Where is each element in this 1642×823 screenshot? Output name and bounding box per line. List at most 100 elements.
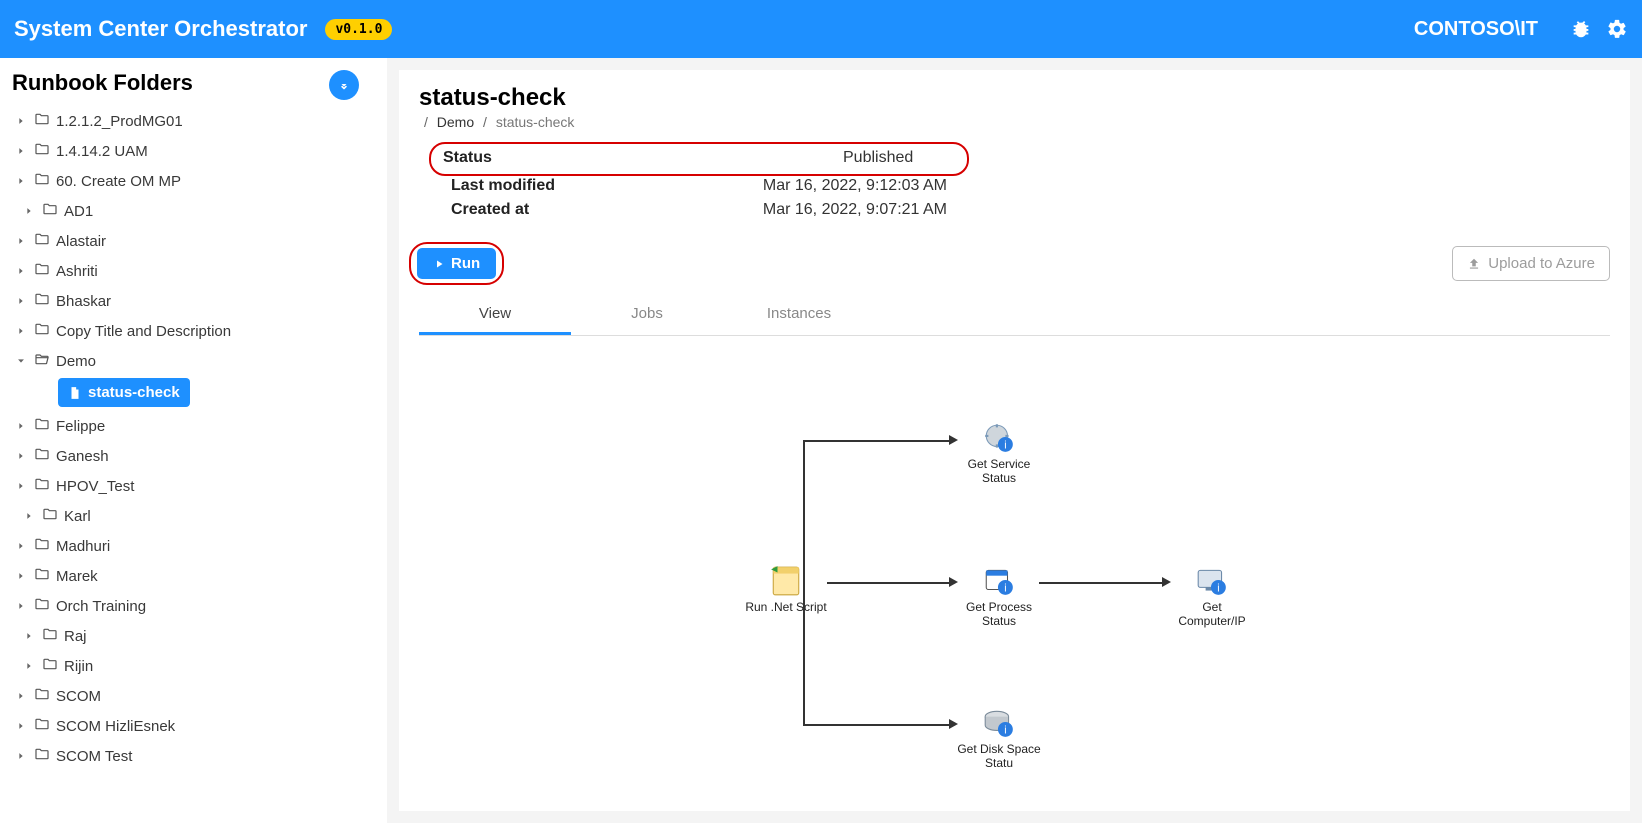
collapse-sidebar-button[interactable]: ⌄: [329, 70, 359, 100]
folder-icon: [34, 141, 52, 161]
folder-item[interactable]: 1.2.1.2_ProdMG01: [12, 106, 373, 136]
folder-icon: [42, 656, 60, 676]
folder-icon: [34, 746, 52, 766]
folder-item[interactable]: SCOM Test: [12, 741, 373, 771]
meta-table: Status Published Last modified Mar 16, 2…: [439, 142, 959, 222]
node-get-computer-ip[interactable]: i Get Computer/IP: [1169, 564, 1255, 628]
chevron-icon[interactable]: [20, 658, 38, 675]
chevron-icon[interactable]: [12, 688, 30, 705]
chevron-icon[interactable]: [12, 173, 30, 190]
folder-item[interactable]: 1.4.14.2 UAM: [12, 136, 373, 166]
folder-item[interactable]: Ganesh: [12, 441, 373, 471]
folder-item[interactable]: Ashriti: [12, 256, 373, 286]
created-value: Mar 16, 2022, 9:07:21 AM: [763, 198, 947, 222]
chevron-icon[interactable]: [12, 448, 30, 465]
folder-item[interactable]: HPOV_Test: [12, 471, 373, 501]
folder-item[interactable]: Raj: [12, 621, 373, 651]
folder-item[interactable]: 60. Create OM MP: [12, 166, 373, 196]
chevron-icon[interactable]: [12, 418, 30, 435]
chevron-icon[interactable]: [12, 113, 30, 130]
tab-instances[interactable]: Instances: [723, 295, 875, 335]
folder-label: SCOM HizliEsnek: [56, 718, 175, 735]
folder-label: Karl: [64, 508, 91, 525]
folder-label: Rijin: [64, 658, 93, 675]
node-run-script[interactable]: Run .Net Script: [743, 564, 829, 614]
chevron-icon[interactable]: [12, 143, 30, 160]
svg-text:i: i: [1004, 440, 1006, 452]
folder-item[interactable]: SCOM: [12, 681, 373, 711]
folder-item[interactable]: Karl: [12, 501, 373, 531]
bug-icon[interactable]: [1570, 18, 1592, 40]
chevron-icon[interactable]: [12, 353, 30, 370]
chevron-icon[interactable]: [12, 748, 30, 765]
status-label: Status: [443, 146, 843, 170]
folder-label: 60. Create OM MP: [56, 173, 181, 190]
folder-tree[interactable]: 1.2.1.2_ProdMG01 1.4.14.2 UAM 60. Create O…: [12, 106, 387, 815]
folder-label: Bhaskar: [56, 293, 111, 310]
chevron-icon[interactable]: [20, 508, 38, 525]
folder-item[interactable]: Bhaskar: [12, 286, 373, 316]
folder-item[interactable]: Copy Title and Description: [12, 316, 373, 346]
runbook-item-selected[interactable]: status-check: [58, 378, 190, 407]
folder-item[interactable]: Rijin: [12, 651, 373, 681]
created-label: Created at: [451, 198, 763, 222]
folder-icon: [42, 506, 60, 526]
top-bar: System Center Orchestrator v0.1.0 CONTOS…: [0, 0, 1642, 58]
chevron-icon[interactable]: [12, 598, 30, 615]
folder-label: Madhuri: [56, 538, 110, 555]
folder-label: Marek: [56, 568, 98, 585]
folder-item[interactable]: Madhuri: [12, 531, 373, 561]
folder-item[interactable]: SCOM HizliEsnek: [12, 711, 373, 741]
chevron-icon[interactable]: [12, 718, 30, 735]
folder-item[interactable]: Orch Training: [12, 591, 373, 621]
folder-item[interactable]: Demo: [12, 346, 373, 376]
tenant-label: CONTOSO\IT: [1414, 18, 1538, 41]
sidebar: Runbook Folders ⌄ 1.2.1.2_ProdMG011.4.14…: [0, 58, 387, 823]
upload-to-azure-button[interactable]: Upload to Azure: [1452, 246, 1610, 281]
disk-icon: i: [982, 706, 1016, 740]
tab-view[interactable]: View: [419, 295, 571, 335]
chevron-icon[interactable]: [12, 293, 30, 310]
folder-item[interactable]: Felippe: [12, 411, 373, 441]
product-name: System Center Orchestrator: [14, 16, 307, 42]
folder-icon: [34, 351, 52, 371]
chevron-icon[interactable]: [12, 263, 30, 280]
status-value: Published: [843, 146, 913, 170]
folder-icon: [34, 566, 52, 586]
folder-label: Orch Training: [56, 598, 146, 615]
folder-item[interactable]: AD1: [12, 196, 373, 226]
chevron-icon[interactable]: [12, 478, 30, 495]
run-highlight: Run: [409, 242, 504, 285]
service-icon: i: [982, 421, 1016, 455]
folder-label: Ashriti: [56, 263, 98, 280]
process-icon: i: [982, 564, 1016, 598]
node-get-service-status[interactable]: i Get Service Status: [956, 421, 1042, 485]
chevron-icon[interactable]: [20, 628, 38, 645]
upload-icon: [1467, 257, 1481, 271]
tab-jobs[interactable]: Jobs: [571, 295, 723, 335]
folder-label: Ganesh: [56, 448, 109, 465]
folder-label: 1.4.14.2 UAM: [56, 143, 148, 160]
computer-icon: i: [1195, 564, 1229, 598]
chevron-icon[interactable]: [12, 323, 30, 340]
workflow-diagram: Run .Net Script i Get Service Status i G…: [419, 346, 1610, 766]
settings-icon[interactable]: [1606, 18, 1628, 40]
chevron-icon[interactable]: [12, 233, 30, 250]
folder-icon: [34, 171, 52, 191]
folder-icon: [34, 686, 52, 706]
node-get-process-status[interactable]: i Get Process Status: [956, 564, 1042, 628]
folder-item[interactable]: Marek: [12, 561, 373, 591]
node-get-disk-space[interactable]: i Get Disk Space Statu: [956, 706, 1042, 770]
chevron-icon[interactable]: [20, 203, 38, 220]
folder-label: Alastair: [56, 233, 106, 250]
folder-icon: [34, 536, 52, 556]
status-highlight: Status Published: [429, 142, 969, 176]
folder-label: SCOM Test: [56, 748, 132, 765]
chevron-icon[interactable]: [12, 568, 30, 585]
chevron-icon[interactable]: [12, 538, 30, 555]
breadcrumb-current: status-check: [496, 114, 575, 130]
breadcrumb-parent[interactable]: Demo: [437, 114, 474, 130]
folder-item[interactable]: Alastair: [12, 226, 373, 256]
run-button[interactable]: Run: [417, 248, 496, 279]
folder-label: SCOM: [56, 688, 101, 705]
